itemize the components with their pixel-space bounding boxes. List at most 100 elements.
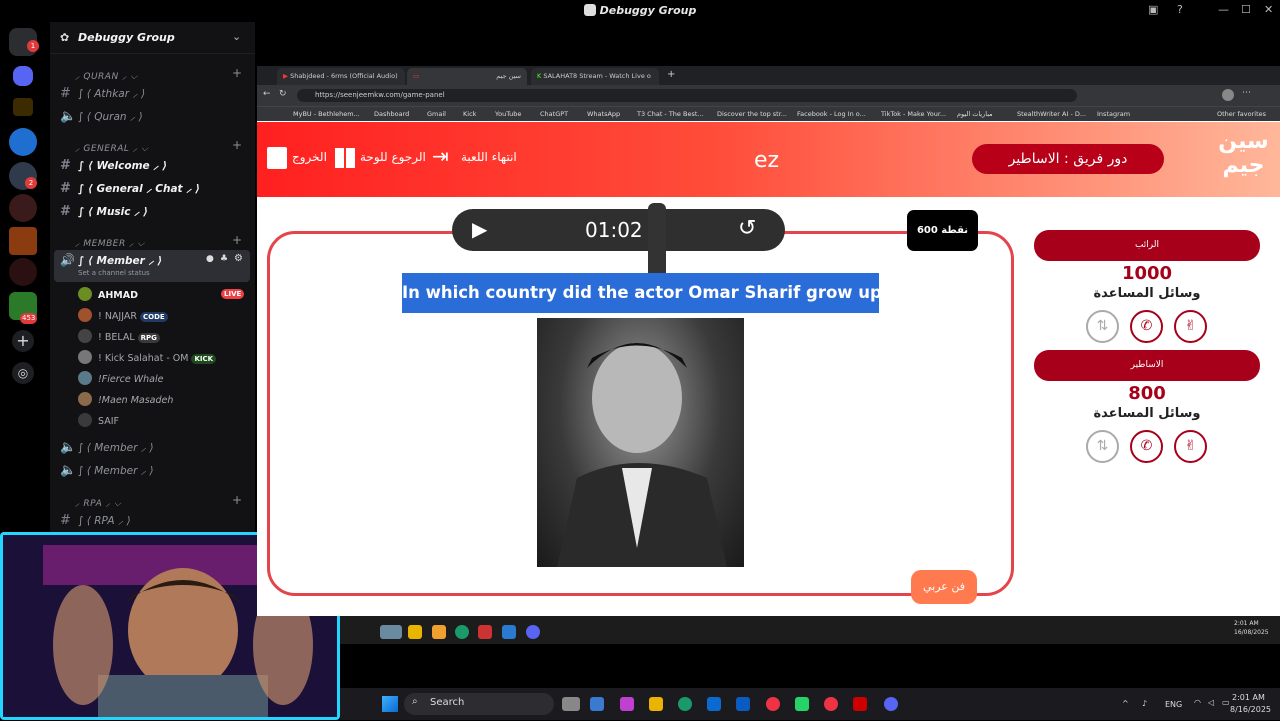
- add-channel-icon[interactable]: +: [232, 138, 242, 152]
- vscode-icon[interactable]: [502, 625, 516, 639]
- swap-question-icon[interactable]: ⇅: [1086, 310, 1119, 343]
- channel-quran[interactable]: 🔈 ∫ ⟨ Quran ⸝ ⟩: [60, 109, 143, 127]
- bookmark[interactable]: Kick: [463, 110, 476, 118]
- inbox-icon[interactable]: ▣: [1148, 3, 1158, 16]
- bookmark[interactable]: YouTube: [495, 110, 521, 118]
- volume-icon[interactable]: ◁: [1208, 698, 1214, 707]
- server-icon-m2[interactable]: [9, 258, 37, 286]
- obs-icon[interactable]: [853, 697, 867, 711]
- add-server-icon[interactable]: +: [12, 330, 34, 352]
- two-answers-icon[interactable]: ✌: [1174, 310, 1207, 343]
- back-to-board-button[interactable]: الرجوع للوحة: [360, 150, 426, 164]
- bookmark[interactable]: Gmail: [427, 110, 446, 118]
- add-channel-icon[interactable]: +: [232, 493, 242, 507]
- voice-user[interactable]: ! NAJJAR CODE: [78, 308, 168, 326]
- guild-header[interactable]: ✿ Debuggy Group ⌄: [50, 22, 255, 54]
- discover-icon[interactable]: ◎: [12, 362, 34, 384]
- channel-member-3[interactable]: 🔈 ∫ ⟨ Member ⸝ ⟩: [60, 463, 153, 481]
- reload-icon[interactable]: ↻: [279, 89, 287, 99]
- battery-icon[interactable]: ▭: [1222, 698, 1230, 707]
- edge-icon[interactable]: [678, 697, 692, 711]
- bookmark[interactable]: Discover the top str...: [717, 110, 787, 118]
- voice-user[interactable]: !Fierce Whale: [78, 371, 163, 389]
- store-icon[interactable]: [707, 697, 721, 711]
- two-answers-icon[interactable]: ✌: [1174, 430, 1207, 463]
- end-game-button[interactable]: انتهاء اللعبة: [461, 150, 517, 164]
- close-button[interactable]: ✕: [1264, 3, 1273, 16]
- bookmark[interactable]: StealthWriter AI - D...: [1017, 110, 1086, 118]
- browser-tab[interactable]: K SALAHAT8 Stream - Watch Live o: [531, 68, 659, 85]
- discord-icon[interactable]: [526, 625, 540, 639]
- category-general[interactable]: ⸝ GENERAL ⸝ ⌵: [75, 141, 148, 154]
- app-icon[interactable]: [432, 625, 446, 639]
- tray-chevron-icon[interactable]: ^: [1122, 699, 1129, 708]
- voice-user[interactable]: !Maen Masadeh: [78, 392, 173, 410]
- task-view-icon[interactable]: [562, 697, 580, 711]
- help-icon[interactable]: ?: [1177, 3, 1183, 16]
- whatsapp-icon[interactable]: [795, 697, 809, 711]
- voice-user[interactable]: ! BELAL RPG: [78, 329, 160, 347]
- chrome-icon[interactable]: [824, 697, 838, 711]
- bookmark[interactable]: TikTok - Make Your...: [881, 110, 946, 118]
- category-quran[interactable]: ⸝ QURAN ⸝ ⌵: [75, 69, 138, 82]
- call-friend-icon[interactable]: ✆: [1130, 430, 1163, 463]
- language-indicator[interactable]: ENG: [1165, 700, 1182, 709]
- bookmark[interactable]: Instagram: [1097, 110, 1130, 118]
- swap-question-icon[interactable]: ⇅: [1086, 430, 1119, 463]
- channel-status[interactable]: Set a channel status: [78, 269, 150, 277]
- edge-icon[interactable]: [455, 625, 469, 639]
- server-icon-debuggy[interactable]: [13, 66, 33, 86]
- add-channel-icon[interactable]: +: [232, 66, 242, 80]
- bookmark[interactable]: T3 Chat - The Best...: [637, 110, 704, 118]
- add-channel-icon[interactable]: +: [232, 233, 242, 247]
- file-explorer-icon[interactable]: [408, 625, 422, 639]
- mic-icon[interactable]: ♪: [1142, 699, 1147, 708]
- reset-timer-icon[interactable]: ↺: [738, 216, 756, 241]
- call-friend-icon[interactable]: ✆: [1130, 310, 1163, 343]
- maximize-button[interactable]: ☐: [1241, 3, 1251, 16]
- channel-athkar[interactable]: # ∫ ⟨ Athkar ⸝ ⟩: [60, 86, 145, 104]
- channel-member-active[interactable]: 🔊 ∫ ⟨ Member ⸝ ⟩ Set a channel status ● …: [54, 250, 250, 282]
- other-favorites[interactable]: Other favorites: [1217, 110, 1266, 118]
- add-member-icon[interactable]: ♣: [220, 254, 228, 264]
- start-icon[interactable]: [382, 696, 398, 712]
- menu-icon[interactable]: ⋯: [1242, 88, 1251, 98]
- channel-general-chat[interactable]: # ∫ ⟨ General ⸝ Chat ⸝ ⟩: [60, 181, 200, 199]
- play-icon[interactable]: ▶: [472, 217, 487, 241]
- discord-icon[interactable]: [884, 697, 898, 711]
- browser-tab-active[interactable]: ▭ سين جيم: [407, 68, 527, 85]
- server-icon-m1[interactable]: [9, 194, 37, 222]
- chrome-icon[interactable]: [766, 697, 780, 711]
- voice-user[interactable]: AHMAD LIVE: [78, 287, 245, 305]
- bookmark[interactable]: مباريات اليوم: [957, 110, 993, 118]
- bookmark[interactable]: Dashboard: [374, 110, 409, 118]
- app-icon[interactable]: [478, 625, 492, 639]
- outlook-icon[interactable]: [736, 697, 750, 711]
- back-icon[interactable]: ←: [263, 89, 271, 99]
- server-icon-code[interactable]: [9, 128, 37, 156]
- taskbar-search[interactable]: ⌕ Search: [404, 693, 554, 715]
- chat-icon[interactable]: ●: [206, 254, 214, 264]
- bookmark[interactable]: ChatGPT: [540, 110, 568, 118]
- copilot-icon[interactable]: [620, 697, 634, 711]
- bookmark[interactable]: Facebook - Log In o...: [797, 110, 866, 118]
- category-rpa[interactable]: ⸝ RPA ⸝ ⌵: [75, 496, 121, 509]
- channel-rpa[interactable]: # ∫ ⟨ RPA ⸝ ⟩: [60, 513, 131, 531]
- minimize-button[interactable]: —: [1218, 3, 1229, 16]
- weather-icon[interactable]: [380, 625, 402, 639]
- voice-user[interactable]: SAIF: [78, 413, 119, 431]
- bookmark[interactable]: WhatsApp: [587, 110, 620, 118]
- channel-member-2[interactable]: 🔈 ∫ ⟨ Member ⸝ ⟩: [60, 440, 153, 458]
- address-bar[interactable]: https://seenjeemkw.com/game-panel: [297, 89, 1077, 102]
- exit-button[interactable]: الخروج: [292, 150, 327, 164]
- profile-avatar[interactable]: [1222, 89, 1234, 101]
- server-icon-salahat[interactable]: [13, 98, 33, 116]
- new-tab-button[interactable]: +: [667, 69, 675, 80]
- chevron-down-icon[interactable]: ⌄: [232, 30, 241, 43]
- bookmark[interactable]: MyBU - Bethlehem...: [293, 110, 360, 118]
- wifi-icon[interactable]: ◠: [1194, 698, 1201, 707]
- channel-music[interactable]: # ∫ ⟨ Music ⸝ ⟩: [60, 204, 148, 222]
- voice-user[interactable]: ! Kick Salahat - OM KICK: [78, 350, 217, 368]
- widgets-icon[interactable]: [590, 697, 604, 711]
- gear-icon[interactable]: ⚙: [234, 253, 243, 264]
